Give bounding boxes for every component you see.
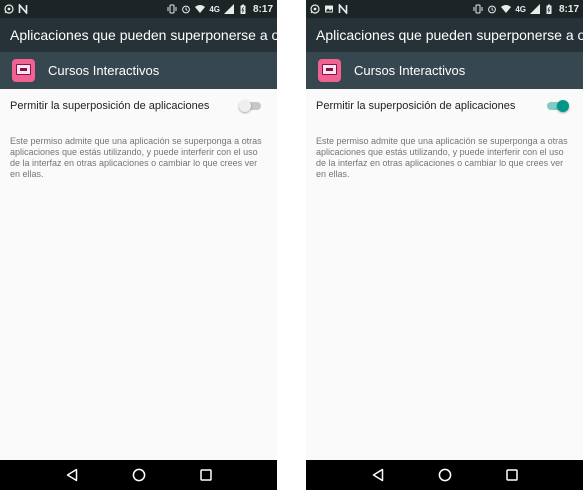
clock: 8:17 xyxy=(252,3,273,15)
app-name: Cursos Interactivos xyxy=(354,63,466,78)
app-icon xyxy=(318,59,341,82)
back-icon[interactable] xyxy=(64,467,80,483)
image-icon xyxy=(324,4,334,14)
phone-screen-left: 4G 8:17 Aplicaciones que pueden superpon… xyxy=(0,0,277,490)
overlay-permission-label: Permitir la superposición de aplicacione… xyxy=(316,100,516,112)
overlay-permission-row[interactable]: Permitir la superposición de aplicacione… xyxy=(306,93,583,119)
whatsapp-icon xyxy=(310,4,320,14)
app-name: Cursos Interactivos xyxy=(48,63,160,78)
network-type: 4G xyxy=(209,4,220,14)
overlay-permission-toggle[interactable] xyxy=(239,99,263,113)
whatsapp-icon xyxy=(4,4,14,14)
network-type: 4G xyxy=(515,4,526,14)
page-title: Aplicaciones que pueden superponerse a o… xyxy=(0,18,277,52)
status-bar: 4G 8:17 xyxy=(306,0,583,18)
phone-screen-right: 4G 8:17 Aplicaciones que pueden superpon… xyxy=(306,0,583,490)
alarm-icon xyxy=(487,4,497,14)
page-title: Aplicaciones que pueden superponerse a o… xyxy=(306,18,583,52)
permission-description: Este permiso admite que una aplicación s… xyxy=(316,136,568,179)
app-header: Cursos Interactivos xyxy=(306,52,583,89)
battery-icon xyxy=(238,4,248,14)
wifi-icon xyxy=(195,4,206,14)
battery-icon xyxy=(544,4,554,14)
overlay-permission-toggle[interactable] xyxy=(545,99,569,113)
navigation-bar xyxy=(306,460,583,490)
n-notification-icon xyxy=(18,2,28,16)
permission-description: Este permiso admite que una aplicación s… xyxy=(10,136,262,179)
wifi-icon xyxy=(501,4,512,14)
signal-icon xyxy=(529,4,540,14)
signal-icon xyxy=(223,4,234,14)
overlay-permission-label: Permitir la superposición de aplicacione… xyxy=(10,100,210,112)
home-icon[interactable] xyxy=(131,467,147,483)
app-icon xyxy=(12,59,35,82)
home-icon[interactable] xyxy=(437,467,453,483)
clock: 8:17 xyxy=(558,3,579,15)
vibrate-icon xyxy=(473,4,483,14)
overlay-permission-row[interactable]: Permitir la superposición de aplicacione… xyxy=(0,93,277,119)
navigation-bar xyxy=(0,460,277,490)
status-bar: 4G 8:17 xyxy=(0,0,277,18)
vibrate-icon xyxy=(167,4,177,14)
recents-icon[interactable] xyxy=(198,467,214,483)
app-header: Cursos Interactivos xyxy=(0,52,277,89)
n-notification-icon xyxy=(338,2,348,16)
recents-icon[interactable] xyxy=(504,467,520,483)
back-icon[interactable] xyxy=(370,467,386,483)
alarm-icon xyxy=(181,4,191,14)
